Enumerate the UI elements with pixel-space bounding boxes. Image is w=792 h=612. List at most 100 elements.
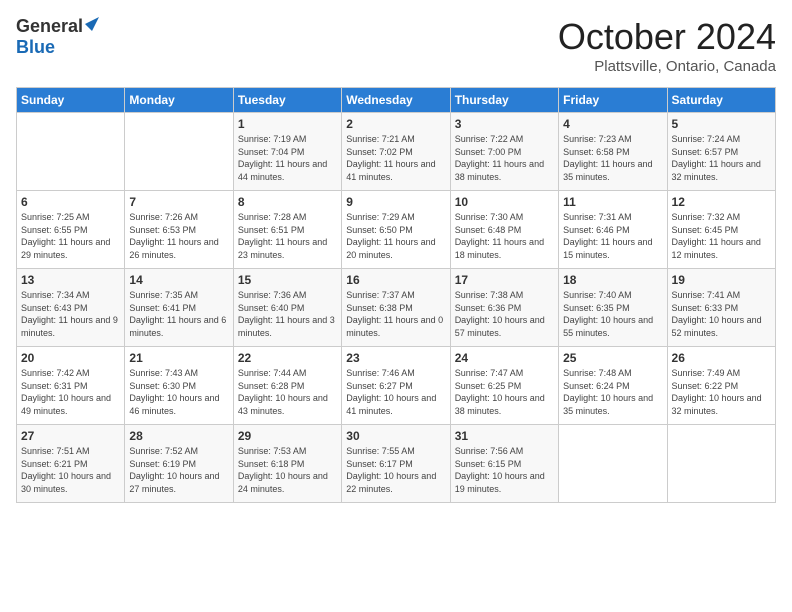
day-number: 11	[563, 195, 662, 209]
cell-sun-info: Sunrise: 7:51 AMSunset: 6:21 PMDaylight:…	[21, 445, 120, 495]
cell-sun-info: Sunrise: 7:52 AMSunset: 6:19 PMDaylight:…	[129, 445, 228, 495]
day-number: 4	[563, 117, 662, 131]
day-number: 10	[455, 195, 554, 209]
cell-sun-info: Sunrise: 7:29 AMSunset: 6:50 PMDaylight:…	[346, 211, 445, 261]
calendar-cell: 22 Sunrise: 7:44 AMSunset: 6:28 PMDayligh…	[233, 347, 341, 425]
calendar-cell: 19Sunrise: 7:41 AMSunset: 6:33 PMDayligh…	[667, 269, 775, 347]
cell-sun-info: Sunrise: 7:19 AMSunset: 7:04 PMDaylight:…	[238, 133, 337, 183]
calendar-cell: 6 Sunrise: 7:25 AMSunset: 6:55 PMDaylight…	[17, 191, 125, 269]
cell-sun-info: Sunrise: 7:38 AMSunset: 6:36 PMDaylight:…	[455, 289, 554, 339]
calendar-cell	[17, 113, 125, 191]
calendar-cell: 30Sunrise: 7:55 AMSunset: 6:17 PMDayligh…	[342, 425, 450, 503]
cell-sun-info: Sunrise: 7:42 AMSunset: 6:31 PMDaylight:…	[21, 367, 120, 417]
calendar-table: SundayMondayTuesdayWednesdayThursdayFrid…	[16, 87, 776, 503]
calendar-cell: 15Sunrise: 7:36 AMSunset: 6:40 PMDayligh…	[233, 269, 341, 347]
calendar-cell: 14 Sunrise: 7:35 AMSunset: 6:41 PMDayligh…	[125, 269, 233, 347]
cell-sun-info: Sunrise: 7:25 AMSunset: 6:55 PMDaylight:…	[21, 211, 120, 261]
day-number: 8	[238, 195, 337, 209]
calendar-cell: 18Sunrise: 7:40 AMSunset: 6:35 PMDayligh…	[559, 269, 667, 347]
calendar-cell: 3 Sunrise: 7:22 AMSunset: 7:00 PMDaylight…	[450, 113, 558, 191]
calendar-cell: 13Sunrise: 7:34 AMSunset: 6:43 PMDayligh…	[17, 269, 125, 347]
day-number: 7	[129, 195, 228, 209]
cell-sun-info: Sunrise: 7:53 AMSunset: 6:18 PMDaylight:…	[238, 445, 337, 495]
day-number: 30	[346, 429, 445, 443]
weekday-header-sunday: Sunday	[17, 88, 125, 113]
day-number: 22	[238, 351, 337, 365]
day-number: 12	[672, 195, 771, 209]
calendar-cell	[125, 113, 233, 191]
calendar-cell: 1 Sunrise: 7:19 AMSunset: 7:04 PMDaylight…	[233, 113, 341, 191]
cell-sun-info: Sunrise: 7:34 AMSunset: 6:43 PMDaylight:…	[21, 289, 120, 339]
cell-sun-info: Sunrise: 7:28 AMSunset: 6:51 PMDaylight:…	[238, 211, 337, 261]
day-number: 21	[129, 351, 228, 365]
calendar-cell: 27 Sunrise: 7:51 AMSunset: 6:21 PMDayligh…	[17, 425, 125, 503]
day-number: 25	[563, 351, 662, 365]
logo: General Blue	[16, 16, 99, 58]
weekday-header-thursday: Thursday	[450, 88, 558, 113]
cell-sun-info: Sunrise: 7:46 AMSunset: 6:27 PMDaylight:…	[346, 367, 445, 417]
cell-sun-info: Sunrise: 7:24 AMSunset: 6:57 PMDaylight:…	[672, 133, 771, 183]
calendar-cell: 11 Sunrise: 7:31 AMSunset: 6:46 PMDayligh…	[559, 191, 667, 269]
calendar-cell	[559, 425, 667, 503]
calendar-cell: 9 Sunrise: 7:29 AMSunset: 6:50 PMDaylight…	[342, 191, 450, 269]
logo-general-text: General	[16, 16, 83, 37]
cell-sun-info: Sunrise: 7:40 AMSunset: 6:35 PMDaylight:…	[563, 289, 662, 339]
cell-sun-info: Sunrise: 7:44 AMSunset: 6:28 PMDaylight:…	[238, 367, 337, 417]
cell-sun-info: Sunrise: 7:23 AMSunset: 6:58 PMDaylight:…	[563, 133, 662, 183]
day-number: 14	[129, 273, 228, 287]
calendar-cell: 16Sunrise: 7:37 AMSunset: 6:38 PMDayligh…	[342, 269, 450, 347]
location-text: Plattsville, Ontario, Canada	[558, 58, 776, 75]
calendar-cell: 20 Sunrise: 7:42 AMSunset: 6:31 PMDayligh…	[17, 347, 125, 425]
day-number: 5	[672, 117, 771, 131]
title-section: October 2024 Plattsville, Ontario, Canad…	[558, 16, 776, 75]
cell-sun-info: Sunrise: 7:37 AMSunset: 6:38 PMDaylight:…	[346, 289, 445, 339]
cell-sun-info: Sunrise: 7:21 AMSunset: 7:02 PMDaylight:…	[346, 133, 445, 183]
logo-bird-icon	[85, 17, 99, 31]
calendar-cell: 7 Sunrise: 7:26 AMSunset: 6:53 PMDaylight…	[125, 191, 233, 269]
day-number: 3	[455, 117, 554, 131]
calendar-cell: 26Sunrise: 7:49 AMSunset: 6:22 PMDayligh…	[667, 347, 775, 425]
day-number: 28	[129, 429, 228, 443]
cell-sun-info: Sunrise: 7:26 AMSunset: 6:53 PMDaylight:…	[129, 211, 228, 261]
calendar-cell: 24 Sunrise: 7:47 AMSunset: 6:25 PMDayligh…	[450, 347, 558, 425]
weekday-header-friday: Friday	[559, 88, 667, 113]
calendar-cell: 2 Sunrise: 7:21 AMSunset: 7:02 PMDaylight…	[342, 113, 450, 191]
cell-sun-info: Sunrise: 7:35 AMSunset: 6:41 PMDaylight:…	[129, 289, 228, 339]
day-number: 20	[21, 351, 120, 365]
weekday-header-tuesday: Tuesday	[233, 88, 341, 113]
calendar-cell: 29 Sunrise: 7:53 AMSunset: 6:18 PMDayligh…	[233, 425, 341, 503]
day-number: 2	[346, 117, 445, 131]
cell-sun-info: Sunrise: 7:56 AMSunset: 6:15 PMDaylight:…	[455, 445, 554, 495]
calendar-cell: 10 Sunrise: 7:30 AMSunset: 6:48 PMDayligh…	[450, 191, 558, 269]
calendar-cell: 4 Sunrise: 7:23 AMSunset: 6:58 PMDaylight…	[559, 113, 667, 191]
cell-sun-info: Sunrise: 7:41 AMSunset: 6:33 PMDaylight:…	[672, 289, 771, 339]
weekday-header-monday: Monday	[125, 88, 233, 113]
day-number: 29	[238, 429, 337, 443]
calendar-cell: 21 Sunrise: 7:43 AMSunset: 6:30 PMDayligh…	[125, 347, 233, 425]
cell-sun-info: Sunrise: 7:47 AMSunset: 6:25 PMDaylight:…	[455, 367, 554, 417]
day-number: 6	[21, 195, 120, 209]
calendar-cell: 17Sunrise: 7:38 AMSunset: 6:36 PMDayligh…	[450, 269, 558, 347]
cell-sun-info: Sunrise: 7:30 AMSunset: 6:48 PMDaylight:…	[455, 211, 554, 261]
cell-sun-info: Sunrise: 7:49 AMSunset: 6:22 PMDaylight:…	[672, 367, 771, 417]
logo-blue-text: Blue	[16, 37, 55, 58]
day-number: 9	[346, 195, 445, 209]
calendar-cell: 8 Sunrise: 7:28 AMSunset: 6:51 PMDaylight…	[233, 191, 341, 269]
day-number: 24	[455, 351, 554, 365]
weekday-header-saturday: Saturday	[667, 88, 775, 113]
calendar-cell: 28 Sunrise: 7:52 AMSunset: 6:19 PMDayligh…	[125, 425, 233, 503]
day-number: 1	[238, 117, 337, 131]
day-number: 31	[455, 429, 554, 443]
weekday-header-wednesday: Wednesday	[342, 88, 450, 113]
calendar-cell: 12Sunrise: 7:32 AMSunset: 6:45 PMDayligh…	[667, 191, 775, 269]
day-number: 27	[21, 429, 120, 443]
calendar-cell	[667, 425, 775, 503]
page-header: General Blue October 2024 Plattsville, O…	[16, 16, 776, 75]
cell-sun-info: Sunrise: 7:22 AMSunset: 7:00 PMDaylight:…	[455, 133, 554, 183]
calendar-cell: 31 Sunrise: 7:56 AMSunset: 6:15 PMDayligh…	[450, 425, 558, 503]
cell-sun-info: Sunrise: 7:48 AMSunset: 6:24 PMDaylight:…	[563, 367, 662, 417]
cell-sun-info: Sunrise: 7:43 AMSunset: 6:30 PMDaylight:…	[129, 367, 228, 417]
calendar-cell: 25 Sunrise: 7:48 AMSunset: 6:24 PMDayligh…	[559, 347, 667, 425]
cell-sun-info: Sunrise: 7:31 AMSunset: 6:46 PMDaylight:…	[563, 211, 662, 261]
calendar-cell: 23Sunrise: 7:46 AMSunset: 6:27 PMDayligh…	[342, 347, 450, 425]
